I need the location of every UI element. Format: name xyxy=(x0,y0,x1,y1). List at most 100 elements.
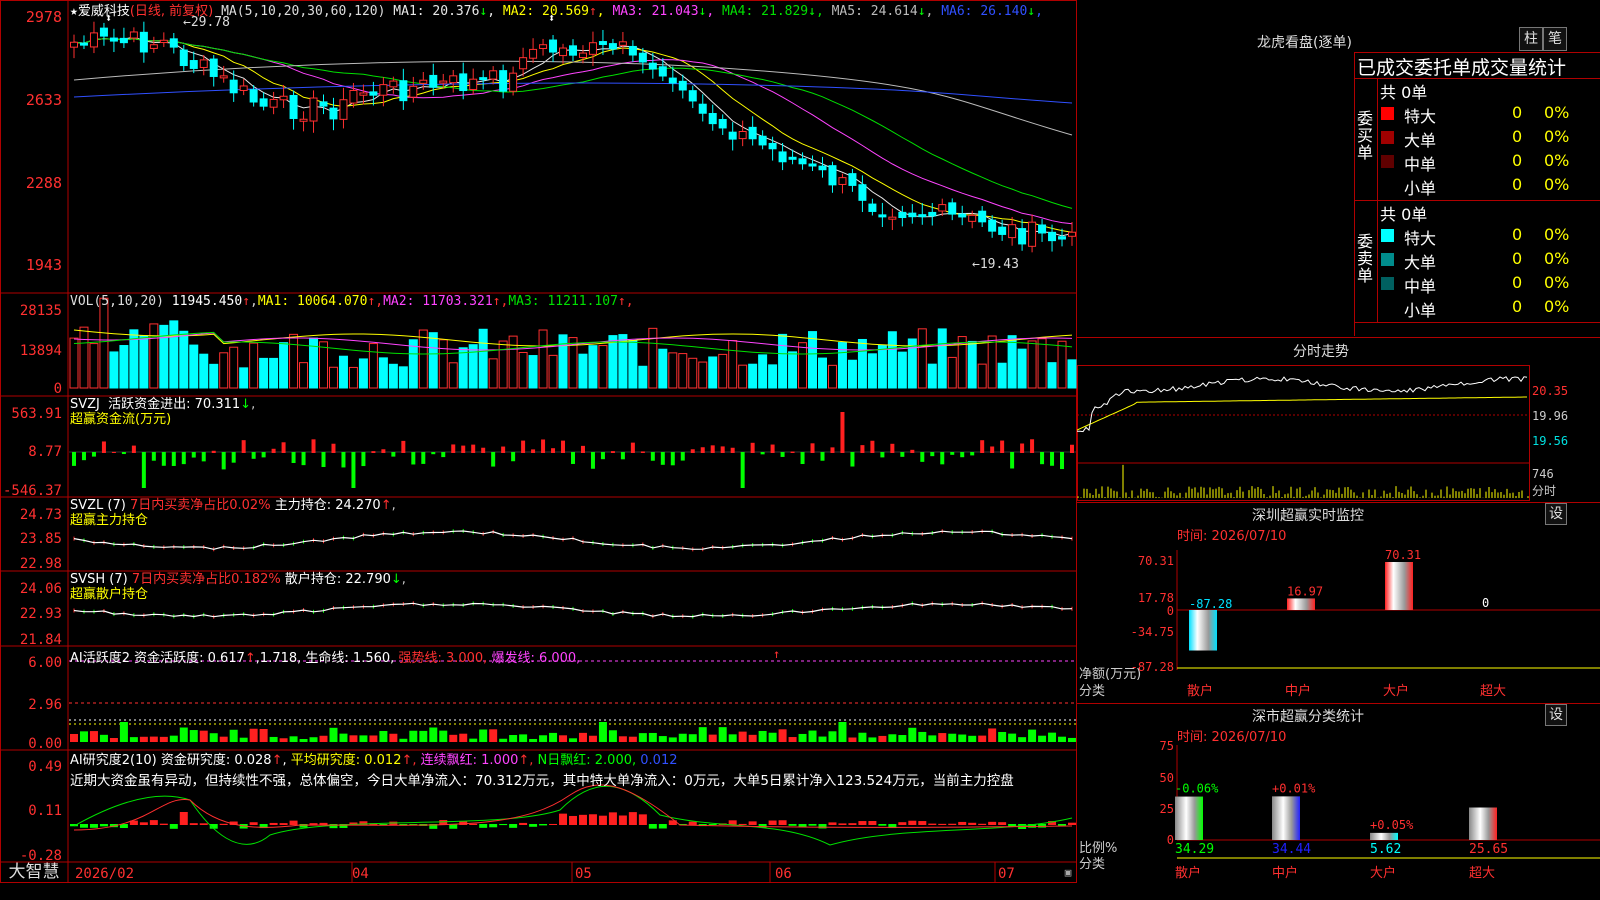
bar-mode-button[interactable]: 柱 xyxy=(1519,27,1543,51)
classify-value: 5.62 xyxy=(1370,842,1401,857)
ai-active-bar xyxy=(688,734,697,742)
app-logo[interactable]: 大智慧 xyxy=(0,862,68,882)
volume-bar xyxy=(738,364,748,389)
volume-bar xyxy=(239,367,249,389)
monitor-tick: 17.78 xyxy=(1138,591,1174,605)
volume-bar xyxy=(179,330,189,389)
vol-ma-value: MA1: 10064.070 xyxy=(257,294,368,309)
ai-active-bar xyxy=(349,735,358,742)
classify-bar xyxy=(1272,796,1300,840)
svzj-bar xyxy=(690,449,695,453)
candle-body xyxy=(329,107,338,120)
candle-body xyxy=(1058,236,1067,240)
stock-name[interactable]: 爱威科技 xyxy=(78,4,130,19)
intraday-tick: 20.35 xyxy=(1532,384,1568,398)
volume-bar xyxy=(1037,338,1047,389)
ai-research-bar xyxy=(499,824,508,826)
svzj-bar xyxy=(800,452,805,465)
order-row: 大单 0 0% xyxy=(1380,248,1600,272)
ai-research-bar xyxy=(139,822,148,825)
svzj-bar xyxy=(720,446,725,453)
ai-active-bar xyxy=(628,736,637,742)
ai-active-bar xyxy=(249,728,258,742)
ma-arrow: ↓ xyxy=(917,4,926,19)
ai-active-bar xyxy=(728,734,737,742)
ai-active-bar xyxy=(549,732,558,742)
candle-body xyxy=(848,173,857,186)
price-tick: 2633 xyxy=(26,91,62,109)
volume-bar xyxy=(478,328,488,389)
ai-research-bar xyxy=(99,824,108,827)
period-label[interactable]: (日线, 前复权) xyxy=(130,4,213,19)
volume-bar xyxy=(827,364,837,389)
ai-research-bar xyxy=(549,823,558,825)
ai-research-bar xyxy=(788,824,797,826)
order-count: 0 xyxy=(1512,249,1523,268)
ai-active-bar xyxy=(279,738,288,742)
candle-body xyxy=(1068,231,1076,237)
order-count: 0 xyxy=(1512,175,1523,194)
order-row: 小单 0 0% xyxy=(1380,174,1600,198)
svzj-bar xyxy=(141,452,146,488)
ai-active-bar xyxy=(269,736,278,742)
volume-bar xyxy=(598,345,608,389)
volume-bar xyxy=(1067,359,1077,389)
ai-active-bar xyxy=(838,722,847,742)
volume-tick: 28135 xyxy=(20,303,62,319)
ai-active-bar xyxy=(199,730,208,742)
volume-bar xyxy=(628,340,638,389)
svzj-bar xyxy=(511,452,516,462)
candle-body xyxy=(279,95,288,101)
candle-body xyxy=(868,203,877,212)
order-size-label: 大单 xyxy=(1404,131,1437,150)
svzj-bar xyxy=(740,452,745,488)
ai-active-bar xyxy=(489,729,498,742)
lock-icon[interactable]: ▣ xyxy=(1065,866,1072,879)
volume-bar xyxy=(977,363,987,389)
svzj-bar xyxy=(900,452,905,457)
volume-bar xyxy=(508,335,518,389)
svzj-bar xyxy=(221,452,226,470)
ai-active-bar xyxy=(399,738,408,742)
ai-research-bar xyxy=(189,823,198,825)
candle-body xyxy=(389,80,398,88)
volume-bar xyxy=(109,351,119,389)
svzj-bar xyxy=(940,452,945,465)
order-size-label: 小单 xyxy=(1404,179,1437,198)
ai-research-bar xyxy=(838,823,847,825)
volume-bar xyxy=(219,352,229,389)
ai-active-bar xyxy=(539,735,548,742)
ai-active-arrow: ↑ xyxy=(244,651,256,666)
ma-value-list: MA1: 20.376 ↓, MA2: 20.569↑, MA3: 21.043 ↓… xyxy=(385,4,1043,19)
classify-settings-button[interactable]: 设 xyxy=(1545,704,1567,726)
candle-body xyxy=(818,165,827,171)
monitor-chart[interactable]: 70.31 17.78 0 -34.75 -87.28 净额(万元) 分类 -8… xyxy=(1077,540,1600,702)
pen-mode-button[interactable]: 笔 xyxy=(1543,27,1567,51)
volume-bar xyxy=(678,353,688,389)
candle-body xyxy=(778,151,787,163)
svzj-bar xyxy=(541,439,546,453)
volume-bar xyxy=(518,351,528,389)
intraday-chart[interactable]: 20.35 19.96 19.56 746 分时 xyxy=(1077,360,1600,502)
svzj-bar xyxy=(1020,443,1025,453)
volume-bar xyxy=(388,363,398,389)
svzj-bar xyxy=(640,451,645,453)
dragon-title: 龙虎看盘(逐单) xyxy=(1257,35,1352,51)
ai-research-bar xyxy=(748,821,757,825)
ai-research-comment: 近期大资金虽有异动，但持续性不强，总体偏空，今日大单净流入：70.312万元，其… xyxy=(70,773,1014,789)
ai-active-bar xyxy=(459,733,468,742)
sep xyxy=(714,4,722,19)
monitor-settings-button[interactable]: 设 xyxy=(1545,503,1567,525)
candle-body xyxy=(898,211,907,219)
order-row: 中单 0 0% xyxy=(1380,150,1600,174)
svzj-bar xyxy=(451,444,456,453)
ai-research-bar xyxy=(868,821,877,825)
volume-bar xyxy=(189,344,199,389)
classify-chart[interactable]: 75 50 25 0 比例% 分类 -0.06% 34.29 散户 +0.01% 34.… xyxy=(1077,740,1600,900)
candle-body xyxy=(239,85,248,91)
volume-bar xyxy=(997,362,1007,389)
svzj-bar xyxy=(960,452,965,458)
ai-active-bar xyxy=(788,737,797,742)
svzj-bar xyxy=(341,452,346,468)
volume-bar xyxy=(758,354,768,389)
